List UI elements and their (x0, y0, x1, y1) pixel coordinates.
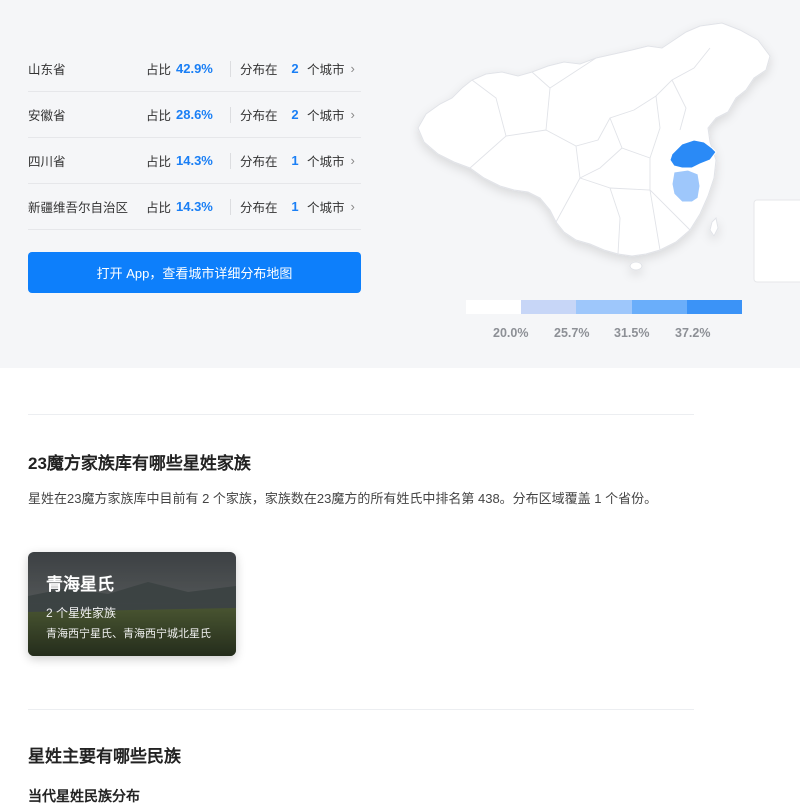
ethnic-section-title: 星姓主要有哪些民族 (28, 747, 181, 766)
legend-labels: 20.0% 25.7% 31.5% 37.2% (466, 326, 742, 346)
ratio-label: 占比 (146, 155, 172, 169)
family-card-qinghai[interactable]: 青海星氏 2 个星姓家族 青海西宁星氏、青海西宁城北星氏 (28, 552, 236, 656)
distribution-label: 分布在 (240, 109, 278, 123)
ratio-value: 14.3% (176, 199, 213, 214)
legend-color-swatch (576, 300, 632, 314)
province-list: 山东省 占比 42.9% 分布在 2 个城市 › 安徽省 占比 28.6% 分布… (28, 46, 361, 230)
province-name: 山东省 (28, 63, 66, 77)
legend-color-swatch (631, 300, 687, 314)
province-hainan (629, 261, 643, 271)
china-distribution-map (417, 22, 800, 283)
china-outline (417, 22, 771, 257)
province-row-anhui[interactable]: 安徽省 占比 28.6% 分布在 2 个城市 › (28, 92, 361, 138)
legend-label: 25.7% (554, 326, 590, 340)
city-unit: 个城市 (307, 109, 345, 123)
city-count: 1 (291, 153, 299, 168)
chevron-right-icon: › (350, 153, 355, 168)
family-section-description: 星姓在23魔方家族库中目前有 2 个家族，家族数在23魔方的所有姓氏中排名第 4… (28, 491, 658, 506)
city-unit: 个城市 (307, 155, 345, 169)
legend-label: 20.0% (493, 326, 529, 340)
legend-label: 31.5% (614, 326, 650, 340)
city-count: 2 (291, 107, 299, 122)
map-legend: 20.0% 25.7% 31.5% 37.2% (466, 300, 743, 346)
chevron-right-icon: › (350, 61, 355, 76)
section-divider (28, 709, 694, 710)
ratio-label: 占比 (146, 63, 172, 77)
distribution-label: 分布在 (240, 63, 278, 77)
section-divider (28, 414, 694, 415)
distribution-label: 分布在 (240, 155, 278, 169)
legend-label: 37.2% (675, 326, 711, 340)
city-count: 1 (291, 199, 299, 214)
city-unit: 个城市 (307, 201, 345, 215)
separator (230, 152, 231, 169)
legend-color-scale (466, 300, 743, 314)
legend-color-swatch (521, 300, 577, 314)
city-unit: 个城市 (307, 63, 345, 77)
family-section-title: 23魔方家族库有哪些星姓家族 (28, 454, 251, 473)
separator (230, 60, 231, 77)
province-name: 四川省 (28, 155, 66, 169)
province-row-sichuan[interactable]: 四川省 占比 14.3% 分布在 1 个城市 › (28, 138, 361, 184)
province-row-xinjiang[interactable]: 新疆维吾尔自治区 占比 14.3% 分布在 1 个城市 › (28, 184, 361, 230)
ethnic-subtitle: 当代星姓民族分布 (28, 788, 140, 804)
ratio-value: 42.9% (176, 61, 213, 76)
chevron-right-icon: › (350, 107, 355, 122)
card-family-count: 2 个星姓家族 (46, 606, 117, 620)
ratio-label: 占比 (146, 109, 172, 123)
ratio-value: 14.3% (176, 153, 213, 168)
chevron-right-icon: › (350, 199, 355, 214)
ratio-value: 28.6% (176, 107, 213, 122)
province-name: 新疆维吾尔自治区 (28, 201, 129, 215)
legend-color-swatch (686, 300, 743, 314)
separator (230, 198, 231, 215)
card-places: 青海西宁星氏、青海西宁城北星氏 (46, 628, 211, 640)
ratio-label: 占比 (146, 201, 172, 215)
city-count: 2 (291, 61, 299, 76)
south-sea-inset (753, 199, 800, 283)
open-app-button[interactable]: 打开 App，查看城市详细分布地图 (28, 252, 361, 293)
province-taiwan (709, 216, 719, 237)
legend-color-swatch (466, 300, 522, 314)
distribution-label: 分布在 (240, 201, 278, 215)
separator (230, 106, 231, 123)
province-name: 安徽省 (28, 109, 66, 123)
distribution-panel: 山东省 占比 42.9% 分布在 2 个城市 › 安徽省 占比 28.6% 分布… (0, 0, 800, 368)
card-title: 青海星氏 (46, 575, 114, 594)
province-row-shandong[interactable]: 山东省 占比 42.9% 分布在 2 个城市 › (28, 46, 361, 92)
